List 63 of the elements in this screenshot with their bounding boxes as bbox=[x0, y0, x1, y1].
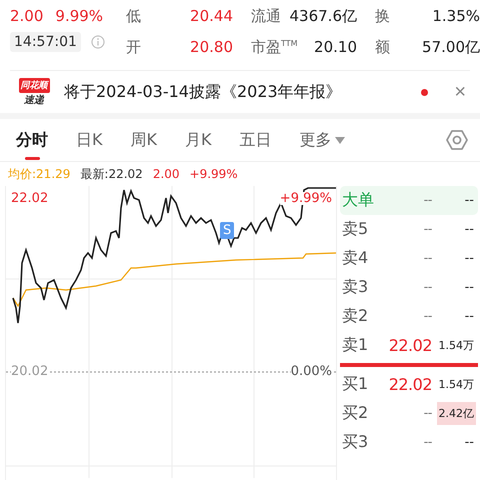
stat-value: 20.10 bbox=[314, 38, 357, 56]
chart-tab[interactable]: 日K bbox=[76, 126, 102, 154]
axis-label: 22.02 bbox=[11, 192, 48, 205]
price-change: 2.00 bbox=[152, 167, 180, 181]
order-price: 22.02 bbox=[388, 375, 432, 394]
axis-label: 20.02 bbox=[11, 365, 48, 378]
order-volume: 1.54万 bbox=[438, 338, 475, 354]
chart-tab[interactable]: 月K bbox=[185, 126, 212, 154]
announcement-text[interactable]: 将于2024-03-14披露《2023年年报》 bbox=[64, 82, 410, 102]
order-price: -- bbox=[422, 193, 432, 208]
stat-label: 换 bbox=[375, 6, 390, 26]
order-price: -- bbox=[422, 251, 432, 266]
stat-value: 1.35% bbox=[432, 7, 480, 25]
stat-value: 20.80 bbox=[190, 38, 233, 56]
order-price: 22.02 bbox=[388, 336, 432, 355]
price-change: 2.00 bbox=[10, 7, 44, 25]
order-volume: -- bbox=[464, 308, 475, 326]
chart-tab[interactable]: 五日 bbox=[240, 126, 272, 154]
stat-value: 20.44 bbox=[190, 7, 233, 25]
order-price: -- bbox=[422, 222, 432, 237]
percent-change: 9.99% bbox=[55, 7, 104, 25]
axis-label: +9.99% bbox=[280, 192, 332, 205]
order-label: 卖3 bbox=[342, 277, 370, 298]
order-volume: -- bbox=[464, 221, 475, 239]
order-volume: -- bbox=[464, 279, 475, 297]
axis-label: 0.00% bbox=[290, 365, 332, 378]
order-price: -- bbox=[422, 435, 432, 450]
order-volume: -- bbox=[464, 434, 475, 452]
order-price: -- bbox=[422, 406, 432, 421]
order-label: 卖1 bbox=[342, 335, 370, 356]
tab-underline bbox=[24, 156, 40, 160]
order-price: -- bbox=[422, 309, 432, 324]
close-button[interactable]: × bbox=[454, 80, 466, 104]
order-label: 卖5 bbox=[342, 219, 370, 240]
order-label: 卖4 bbox=[342, 248, 370, 269]
chart-tab[interactable]: 分时 bbox=[16, 126, 48, 154]
order-label: 卖2 bbox=[342, 306, 370, 327]
latest-price: 最新:22.02 bbox=[80, 166, 143, 182]
order-label: 大单 bbox=[342, 190, 375, 211]
stat-value: 4367.6亿 bbox=[290, 6, 357, 26]
order-price: -- bbox=[422, 280, 432, 295]
stat-label: 市盈$^{TTM}$ bbox=[251, 38, 298, 56]
order-volume: -- bbox=[464, 192, 475, 210]
stat-label: 低 bbox=[126, 6, 141, 26]
logo-badge: 同花顺 bbox=[18, 78, 50, 92]
logo-text: 速递 bbox=[24, 93, 44, 106]
order-volume: 2.42亿 bbox=[436, 402, 476, 425]
stat-label: 额 bbox=[375, 38, 390, 56]
update-time: 14:57:01 bbox=[10, 32, 81, 52]
average-price: 均价:21.29 bbox=[8, 166, 70, 182]
settings-icon[interactable] bbox=[446, 129, 468, 151]
order-label: 买1 bbox=[342, 374, 370, 395]
chart-tab[interactable]: 更多 bbox=[300, 126, 344, 154]
percent-change: +9.99% bbox=[190, 167, 238, 181]
order-volume: -- bbox=[464, 250, 475, 268]
order-volume: 1.54万 bbox=[438, 377, 475, 393]
order-label: 买3 bbox=[342, 432, 370, 453]
info-icon[interactable] bbox=[90, 35, 105, 49]
stat-value: 57.00亿 bbox=[422, 38, 480, 56]
stat-label: 流通 bbox=[251, 6, 281, 26]
stat-label: 开 bbox=[126, 38, 141, 56]
order-label: 买2 bbox=[342, 403, 370, 424]
chart-tab[interactable]: 周K bbox=[130, 126, 157, 154]
